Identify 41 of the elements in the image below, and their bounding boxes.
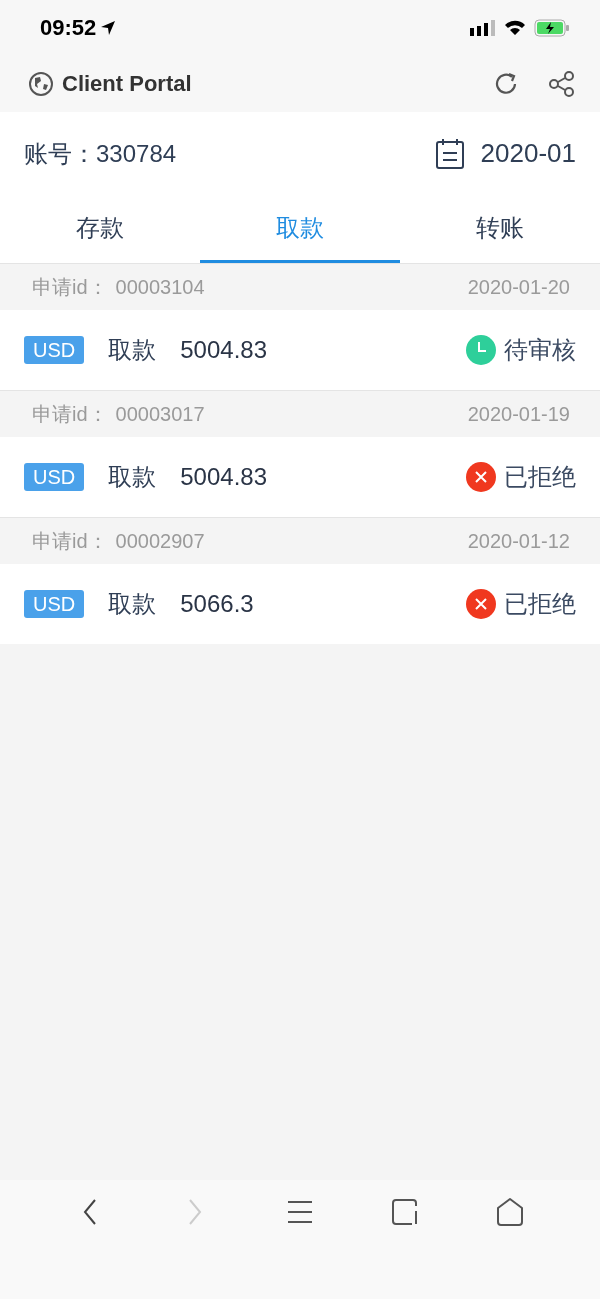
id-label: 申请id：: [32, 402, 108, 427]
globe-icon: [28, 70, 54, 97]
amount: 5004.83: [180, 462, 267, 492]
amount: 5066.3: [180, 589, 254, 619]
chevron-left-icon: [82, 1198, 98, 1226]
status-label: 已拒绝: [504, 462, 576, 492]
status-label: 已拒绝: [504, 589, 576, 619]
share-icon: [548, 69, 576, 98]
location-icon: [100, 19, 117, 36]
tab[interactable]: 取款: [200, 195, 400, 263]
currency-tag: USD: [24, 463, 85, 491]
request-date: 2020-01-12: [467, 529, 570, 554]
account-label: 账号：: [24, 138, 96, 169]
menu-icon: [287, 1199, 313, 1225]
transaction-type: 取款: [108, 335, 157, 365]
home-icon: [495, 1197, 525, 1227]
id-label: 申请id：: [32, 529, 108, 554]
chevron-right-icon: [187, 1198, 203, 1226]
signal-icon: [470, 19, 496, 36]
wifi-icon: [504, 19, 526, 36]
transaction-type: 取款: [108, 462, 157, 492]
request-id: 00003017: [115, 402, 205, 427]
battery-icon: [534, 18, 570, 37]
request-date: 2020-01-19: [467, 402, 570, 427]
account-number: 330784: [96, 138, 177, 169]
app-title: Client Portal: [62, 70, 192, 98]
status-time: 09:52: [40, 14, 97, 42]
request-id: 00002907: [115, 529, 205, 554]
transaction-type: 取款: [108, 589, 157, 619]
amount: 5004.83: [180, 335, 267, 365]
request-date: 2020-01-20: [467, 275, 570, 300]
tab[interactable]: 转账: [400, 195, 600, 263]
currency-tag: USD: [24, 590, 85, 618]
currency-tag: USD: [24, 336, 85, 364]
calendar-icon: [434, 137, 465, 170]
id-label: 申请id：: [32, 275, 108, 300]
status-label: 待审核: [504, 335, 576, 365]
tabs-icon: [391, 1198, 419, 1226]
tab[interactable]: 存款: [0, 195, 200, 263]
request-id: 00003104: [115, 275, 205, 300]
month-picker[interactable]: 2020-01: [434, 134, 576, 173]
